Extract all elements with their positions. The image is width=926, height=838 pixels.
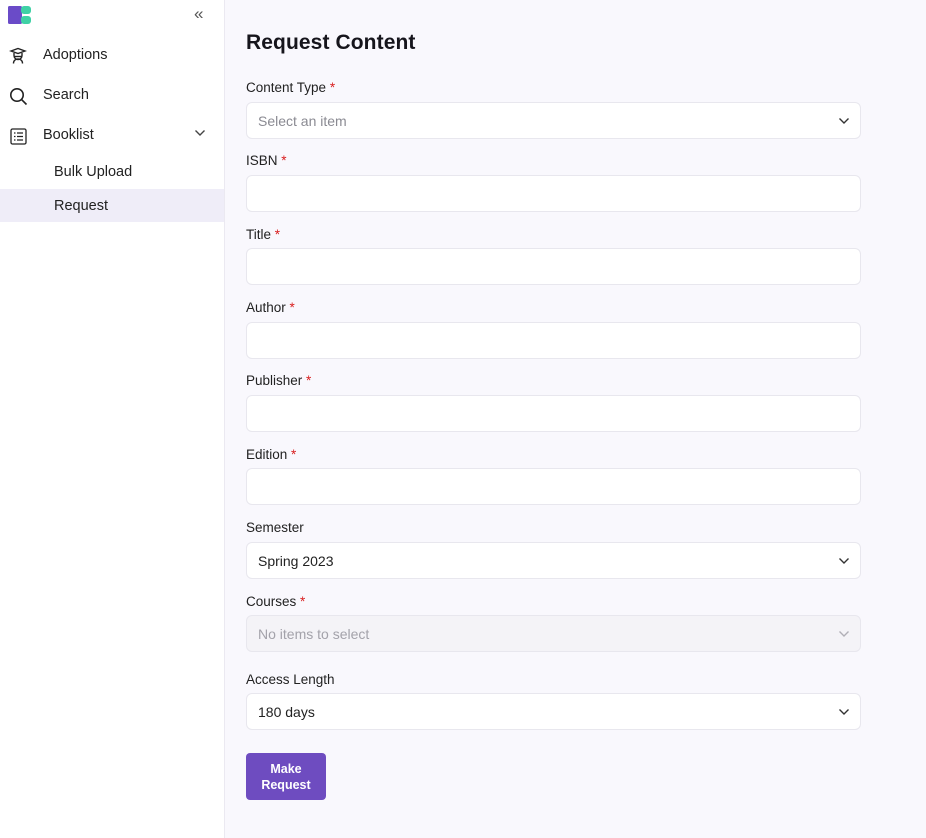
sidebar-item-booklist[interactable]: Booklist <box>0 118 224 152</box>
author-label: Author * <box>246 300 295 315</box>
search-icon <box>8 86 28 106</box>
sidebar-subitem-label: Bulk Upload <box>54 163 133 180</box>
required-marker: * <box>291 447 297 462</box>
required-marker: * <box>306 373 312 388</box>
courses-label: Courses * <box>246 594 306 609</box>
sidebar-item-label: Adoptions <box>43 47 108 63</box>
collapse-sidebar-icon[interactable]: « <box>194 4 203 24</box>
chevron-down-icon <box>839 558 849 564</box>
sidebar-item-label: Booklist <box>43 127 94 143</box>
edition-input[interactable] <box>246 468 861 505</box>
semester-value: Spring 2023 <box>258 553 334 569</box>
isbn-label: ISBN * <box>246 153 287 168</box>
edition-label: Edition * <box>246 447 297 462</box>
publisher-label: Publisher * <box>246 373 312 388</box>
content-type-placeholder: Select an item <box>258 113 347 129</box>
access-length-value: 180 days <box>258 704 315 720</box>
page-title: Request Content <box>246 31 416 54</box>
chevron-down-icon <box>839 631 849 637</box>
content-type-select[interactable]: Select an item <box>246 102 861 139</box>
author-input[interactable] <box>246 322 861 359</box>
title-label: Title * <box>246 227 281 242</box>
semester-select[interactable]: Spring 2023 <box>246 542 861 579</box>
make-request-button[interactable]: Make Request <box>246 753 326 800</box>
title-input[interactable] <box>246 248 861 285</box>
graduate-icon <box>8 46 28 66</box>
sidebar-item-label: Search <box>43 87 89 103</box>
chevron-down-icon <box>839 709 849 715</box>
content-type-label: Content Type * <box>246 80 336 95</box>
courses-placeholder: No items to select <box>258 626 370 642</box>
access-length-select[interactable]: 180 days <box>246 693 861 730</box>
sidebar: « Adoptions Search Booklist Bulk Upload … <box>0 0 225 838</box>
chevron-down-icon[interactable] <box>194 129 206 137</box>
brand-logo[interactable] <box>8 6 32 24</box>
required-marker: * <box>281 153 287 168</box>
sidebar-subitem-request[interactable]: Request <box>0 189 224 222</box>
sidebar-subitem-label: Request <box>54 197 109 214</box>
access-length-label: Access Length <box>246 672 335 687</box>
required-marker: * <box>289 300 295 315</box>
sidebar-subitem-bulk-upload[interactable]: Bulk Upload <box>0 155 224 188</box>
sidebar-item-adoptions[interactable]: Adoptions <box>0 38 224 72</box>
chevron-down-icon <box>839 118 849 124</box>
sidebar-item-search[interactable]: Search <box>0 78 224 112</box>
list-icon <box>8 126 28 146</box>
semester-label: Semester <box>246 520 304 535</box>
isbn-input[interactable] <box>246 175 861 212</box>
required-marker: * <box>274 227 281 242</box>
required-marker: * <box>329 80 336 95</box>
required-marker: * <box>300 594 306 609</box>
courses-select: No items to select <box>246 615 861 652</box>
publisher-input[interactable] <box>246 395 861 432</box>
